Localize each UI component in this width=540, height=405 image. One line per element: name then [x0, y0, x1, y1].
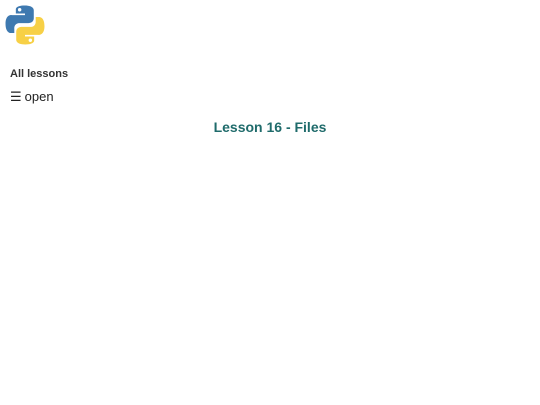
menu-open-toggle[interactable]: ☰ open — [10, 89, 54, 105]
python-logo-graphic — [5, 5, 45, 45]
all-lessons-link[interactable]: All lessons — [10, 68, 68, 80]
page: All lessons ☰ open Lesson 16 - Files — [0, 0, 540, 405]
lesson-title: Lesson 16 - Files — [213, 119, 327, 135]
hamburger-menu-icon: ☰ — [10, 90, 22, 105]
python-logo-icon[interactable] — [4, 4, 46, 46]
menu-open-label: open — [24, 89, 54, 104]
